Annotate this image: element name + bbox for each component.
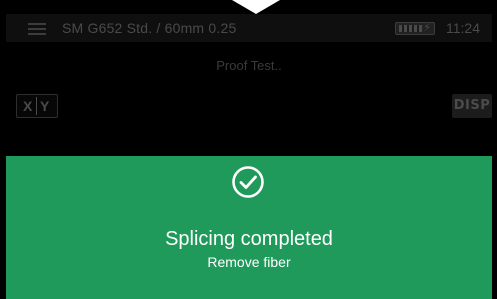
xy-x-label: X (23, 98, 33, 114)
chevron-down-icon[interactable] (232, 0, 280, 14)
charging-bolt-icon: ⚡ (423, 22, 431, 34)
result-title: Splicing completed (165, 228, 333, 250)
hamburger-menu-icon[interactable] (28, 23, 46, 35)
status-bar: SM G652 Std. / 60mm 0.25 ⚡ 11:24 (6, 14, 492, 42)
splice-result-panel[interactable]: Splicing completed Remove fiber (6, 156, 492, 299)
result-subtitle: Remove fiber (207, 254, 291, 270)
splice-program-label[interactable]: SM G652 Std. / 60mm 0.25 (62, 20, 236, 36)
clock-time: 11:24 (446, 20, 480, 36)
check-circle-icon (232, 166, 264, 198)
xy-y-label: Y (40, 98, 50, 114)
xy-view-button[interactable]: X Y (16, 94, 58, 118)
splicer-screen: SM G652 Std. / 60mm 0.25 ⚡ 11:24 Proof T… (6, 0, 492, 299)
xy-divider (36, 97, 37, 115)
battery-icon: ⚡ (395, 22, 435, 35)
process-status-label: Proof Test.. (216, 58, 282, 73)
disp-button[interactable]: DISP (452, 94, 492, 118)
